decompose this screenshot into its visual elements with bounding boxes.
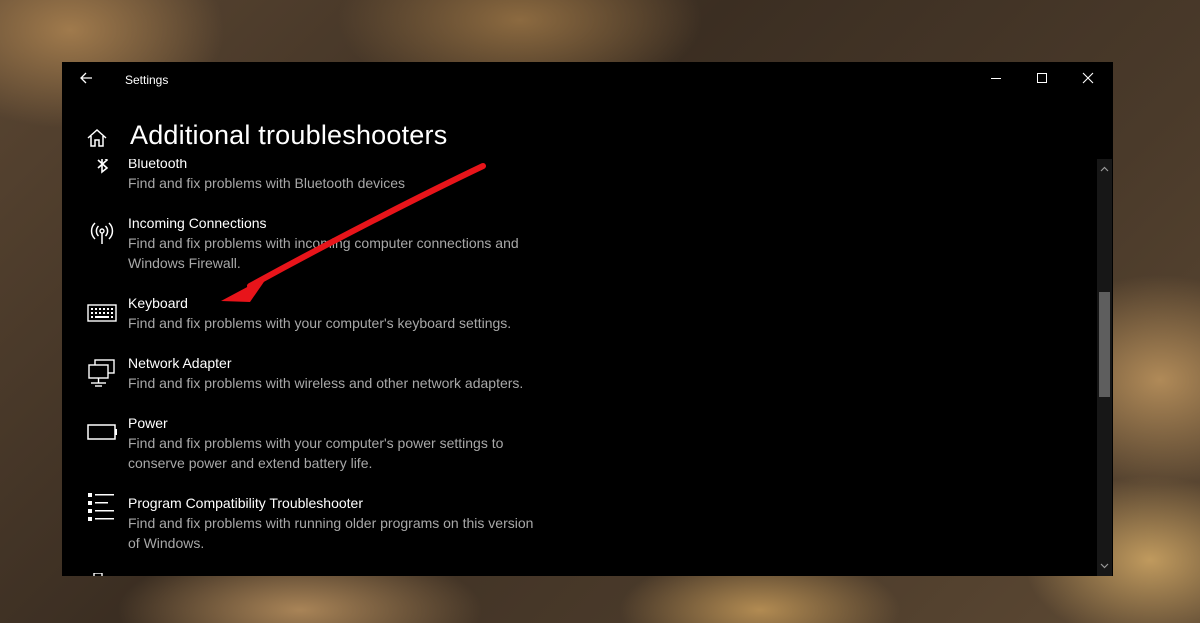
page-title: Additional troubleshooters [130, 120, 448, 150]
home-icon[interactable] [86, 127, 108, 149]
troubleshooter-description: Find and fix problems with your computer… [128, 315, 512, 331]
troubleshooter-name: Program Compatibility Troubleshooter [128, 495, 363, 511]
vertical-scrollbar[interactable] [1097, 159, 1112, 576]
troubleshooter-name: Power [128, 415, 168, 431]
troubleshooter-item-network-adapter[interactable]: Network Adapter Find and fix problems wi… [62, 353, 582, 393]
wireless-antenna-icon [86, 217, 118, 249]
scrollbar-thumb[interactable] [1099, 292, 1110, 397]
troubleshooter-item-power[interactable]: Power Find and fix problems with your co… [62, 413, 582, 473]
troubleshooter-name: Incoming Connections [128, 215, 267, 231]
maximize-icon[interactable] [1019, 62, 1065, 94]
troubleshooter-item-bluetooth[interactable]: Bluetooth Find and fix problems with Blu… [62, 159, 582, 193]
app-title: Settings [125, 73, 169, 87]
troubleshooter-name: Bluetooth [128, 159, 188, 171]
troubleshooter-description: Find and fix problems with incoming comp… [128, 235, 519, 271]
minimize-icon[interactable] [973, 62, 1019, 94]
scroll-up-icon[interactable] [1097, 161, 1112, 177]
close-icon[interactable] [1065, 62, 1111, 94]
troubleshooter-item-next-partial[interactable] [62, 573, 582, 576]
scroll-down-icon[interactable] [1097, 558, 1112, 574]
title-bar: Settings [62, 62, 1113, 98]
troubleshooter-name: Keyboard [128, 295, 188, 311]
troubleshooter-list: Bluetooth Find and fix problems with Blu… [62, 159, 1092, 576]
troubleshooter-description: Find and fix problems with running older… [128, 515, 534, 551]
bluetooth-icon [86, 159, 118, 185]
troubleshooter-item-incoming-connections[interactable]: Incoming Connections Find and fix proble… [62, 213, 582, 273]
troubleshooter-item-program-compatibility[interactable]: Program Compatibility Troubleshooter Fin… [62, 493, 582, 553]
partial-item-icon [86, 573, 118, 576]
keyboard-icon [86, 297, 118, 329]
settings-window: Settings Additional troubleshooters Blue… [62, 62, 1113, 576]
network-adapter-icon [86, 357, 118, 389]
back-arrow-icon[interactable] [74, 70, 98, 90]
list-icon [86, 491, 118, 523]
troubleshooter-name: Network Adapter [128, 355, 232, 371]
troubleshooter-description: Find and fix problems with Bluetooth dev… [128, 175, 406, 191]
troubleshooter-description: Find and fix problems with wireless and … [128, 375, 524, 391]
troubleshooter-description: Find and fix problems with your computer… [128, 435, 504, 471]
troubleshooter-item-keyboard[interactable]: Keyboard Find and fix problems with your… [62, 293, 582, 333]
battery-icon [86, 417, 118, 449]
